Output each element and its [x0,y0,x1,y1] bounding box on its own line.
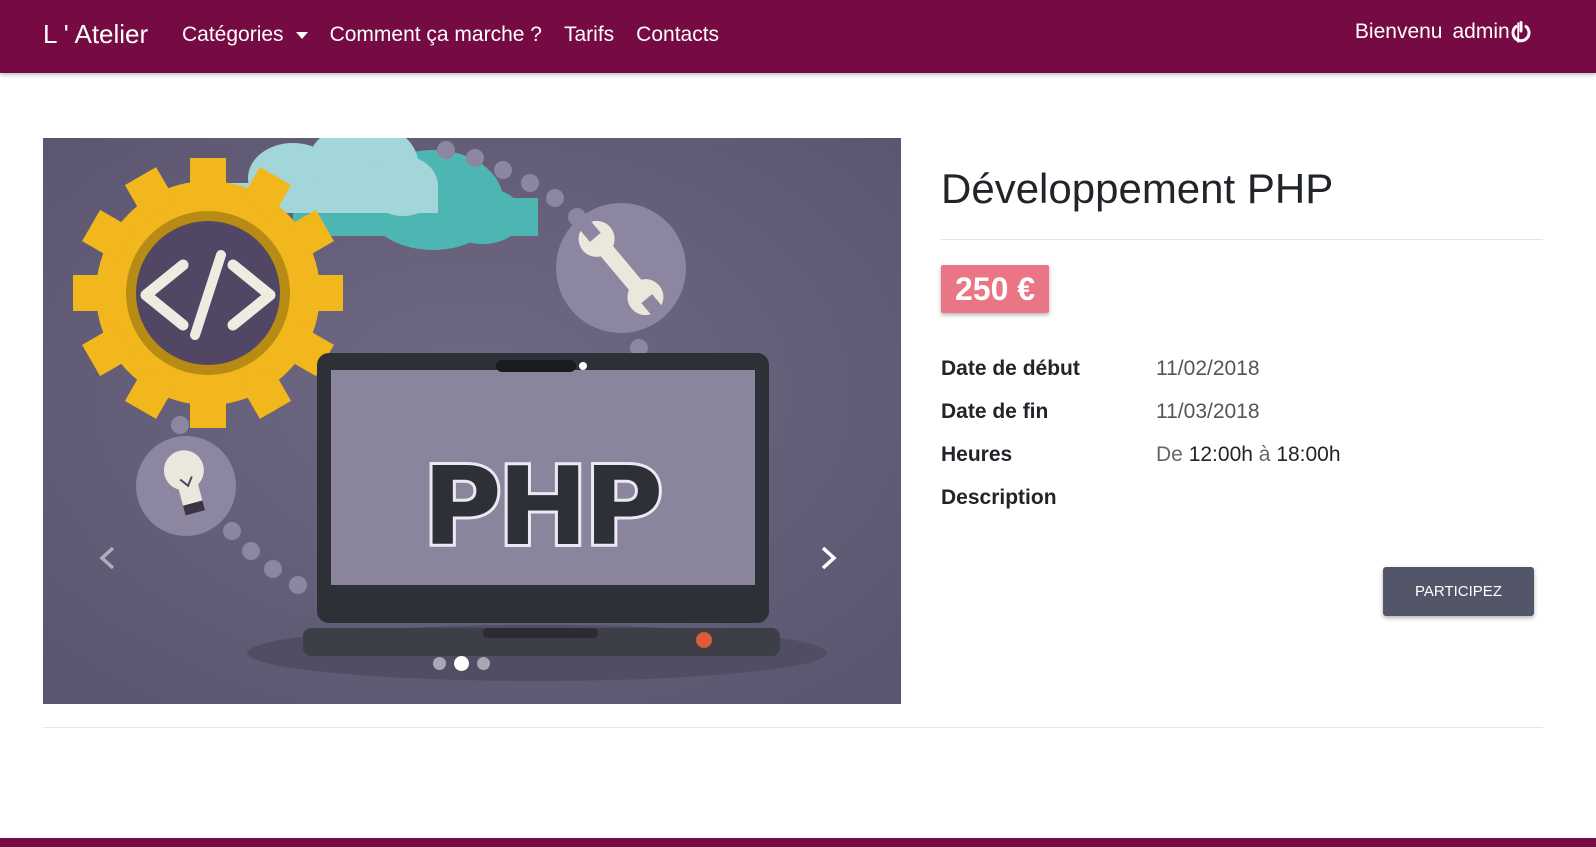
participate-button[interactable]: Participez [1383,567,1534,616]
brand-link[interactable]: L ' Atelier [43,19,148,50]
chevron-right-icon[interactable] [813,533,843,583]
start-date-value: 11/02/2018 [1156,356,1260,380]
title-divider [941,239,1543,240]
course-details: Date de début 11/02/2018 Date de fin 11/… [941,347,1541,519]
nav-link-categories-label: Catégories [182,23,284,46]
nav-link-pricing[interactable]: Tarifs [564,23,614,47]
caret-down-icon [295,31,308,39]
end-date-label: Date de fin [941,399,1049,423]
start-date-label: Date de début [941,356,1080,380]
top-navbar: L ' Atelier Catégories Comment ça marche… [0,0,1596,73]
description-label: Description [941,485,1057,509]
carousel-indicator-1[interactable] [433,657,446,670]
carousel-indicator-3[interactable] [477,657,490,670]
hours-prefix: De [1156,442,1183,466]
user-area: Bienvenu admin | [1355,20,1521,44]
detail-row-start: Date de début 11/02/2018 [941,347,1541,390]
hours-end: 18:00h [1276,442,1341,466]
nav-link-categories[interactable]: Catégories [182,23,308,47]
course-carousel[interactable]: PHP [43,138,901,704]
detail-row-hours: Heures De 12:00h à 18:00h [941,433,1541,476]
detail-row-description: Description [941,476,1541,519]
footer-bar [0,838,1596,847]
course-title: Développement PHP [941,165,1334,212]
laptop-screen-text: PHP [423,445,660,570]
nav-link-contacts[interactable]: Contacts [636,23,719,47]
carousel-indicator-2[interactable] [454,656,469,671]
nav-link-how-it-works[interactable]: Comment ça marche ? [330,23,542,47]
end-date-value: 11/03/2018 [1156,399,1260,423]
nav-links: Catégories Comment ça marche ? Tarifs Co… [182,23,741,47]
price-badge: 250 € [941,265,1050,313]
php-illustration: PHP [43,138,901,704]
chevron-left-icon[interactable] [93,533,123,583]
carousel-indicators [433,656,490,671]
hours-label: Heures [941,442,1013,466]
content-divider [43,727,1543,728]
hours-value: De 12:00h à 18:00h [1156,443,1341,467]
power-icon[interactable] [1509,20,1533,44]
detail-row-end: Date de fin 11/03/2018 [941,390,1541,433]
hours-mid: à [1258,442,1271,466]
welcome-text: Bienvenu [1354,20,1443,43]
hours-start: 12:00h [1188,442,1253,466]
